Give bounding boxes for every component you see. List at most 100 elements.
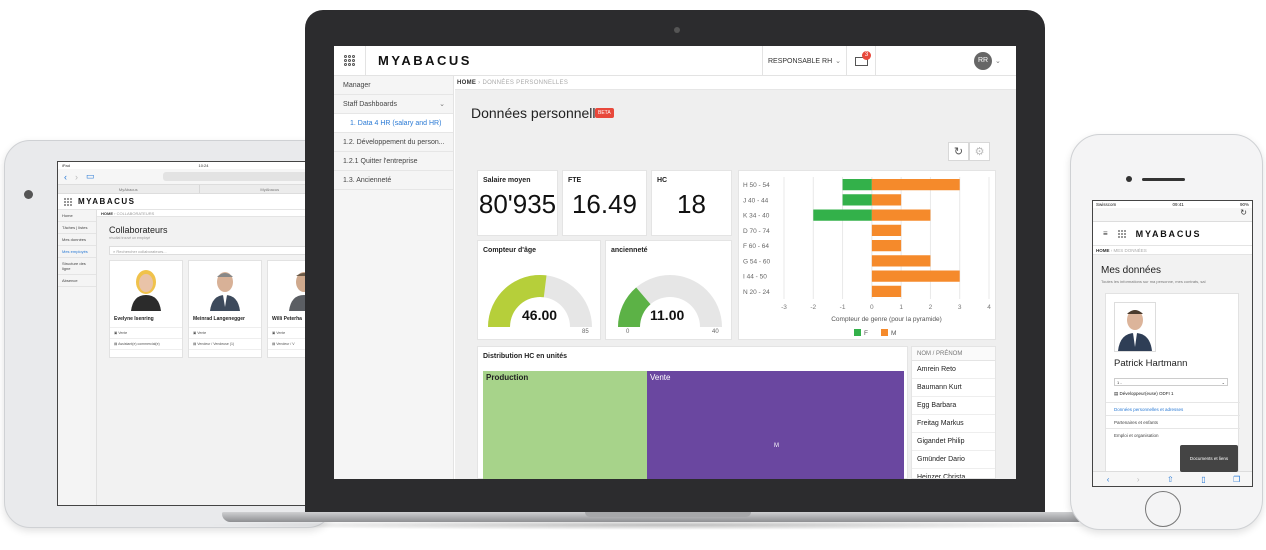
phone-battery: 90% [1239,202,1249,207]
app-grid-icon[interactable] [64,197,72,206]
tablet-search-input[interactable]: ⌕ Rechercher collaborateurs... [109,246,319,255]
kpi-value: 80'935 [478,189,557,219]
tablet-sidebar-item[interactable]: Absence [58,275,96,287]
employee-photo [189,261,261,311]
list-item[interactable]: Heinzer Christa [912,469,995,478]
forward-icon[interactable]: › [75,172,78,182]
settings-button[interactable]: ⚙ [969,142,990,161]
employee-list-header[interactable]: NOM / PRÉNOM [912,347,995,361]
documents-toast[interactable]: Documents et liens [1180,445,1238,472]
role-dropdown[interactable]: RESPONSABLE RH ⌄ [762,46,846,76]
gauge-value: 46.00 [522,307,558,323]
link-personal-data[interactable]: Données personnelles et adresses [1106,402,1240,415]
browser-tab[interactable]: MyAbacus [58,185,200,193]
avatar: RR [974,52,992,70]
kpi-value: 18 [677,189,706,219]
pyramid-chart: -3 -2 -1 0 1 2 3 4 H 50 - 54 J 40 - 44 K 34 - 40 D … [743,177,991,337]
employee-card[interactable]: Evelyne Isenring ▣ Vente ▤ Assistant(e) … [109,260,183,358]
phone-status-bar: Swisscom 09:41 90% [1093,201,1252,208]
tablet-sidebar: Home Tâches | listes Mes données Mes emp… [58,210,97,505]
gauge-card-seniority: ancienneté 11.00 0 40 [605,240,732,340]
tablet-sidebar-item[interactable]: Structure des ligne [58,258,96,275]
bar-M [871,255,931,267]
sidebar: Manager Staff Dashboards ⌄ 1. Data 4 HR (… [334,76,454,479]
bookmarks-icon[interactable]: ▯ [1201,475,1205,484]
x-tick-label: -1 [840,304,846,311]
breadcrumb-home[interactable]: HOME [457,80,476,86]
profile-photo [1114,302,1156,352]
list-item[interactable]: Egg Barbara [912,397,995,415]
search-placeholder: Rechercher collaborateurs... [116,249,167,254]
settings-icon: ⚙ [974,146,985,158]
list-item[interactable]: Baumann Kurt [912,379,995,397]
link-employment[interactable]: Emploi et organisation [1106,428,1240,441]
kpi-label: Salaire moyen [483,177,531,184]
hamburger-icon[interactable]: ≡ [1103,229,1108,238]
sidebar-item-quit[interactable]: 1.2.1 Quitter l'entreprise [334,152,453,171]
sidebar-item-staff-dashboards[interactable]: Staff Dashboards ⌄ [334,95,453,114]
user-menu[interactable]: RR ⌄ [974,52,1001,70]
tablet-url-field[interactable] [162,172,313,181]
bookmarks-icon[interactable]: ▭ [86,171,95,182]
x-tick-label: 2 [929,304,933,311]
employee-card[interactable]: Meinrad Langenegger ▣ Vente ▤ Vendeur / … [188,260,262,358]
list-item[interactable]: Freitag Markus [912,415,995,433]
sidebar-item-manager[interactable]: Manager [334,76,453,95]
phone-screen: Swisscom 09:41 90% ↻ ≡ MYABACUS HOME › M… [1092,200,1253,487]
laptop-screen: MYABACUS RESPONSABLE RH ⌄ 3 RR ⌄ Manager … [334,46,1016,479]
phone-url-bar[interactable]: ↻ [1093,208,1252,222]
phone-home-button[interactable] [1145,491,1181,527]
messages-button[interactable]: 3 [846,46,876,76]
app-grid-icon[interactable] [344,46,366,76]
device-mockup-scene: iPad 10:24 ‹ › ▭ MyAbacus MyAbacus MYABA… [0,0,1266,550]
x-tick-label: -2 [810,304,816,311]
app-logo[interactable]: MYABACUS [378,53,472,68]
tabs-icon[interactable]: ❐ [1233,475,1240,484]
tablet-logo: MYABACUS [78,197,136,206]
role-label: RESPONSABLE RH [767,57,833,65]
reload-icon[interactable]: ↻ [1240,208,1247,217]
app-grid-icon[interactable] [1117,229,1126,238]
treemap-block-production[interactable] [483,371,647,479]
back-icon[interactable]: ‹ [64,172,67,182]
treemap-block-vente[interactable] [647,371,904,479]
contract-select[interactable]: 1 - ⌄ [1114,378,1228,386]
bar-M [871,194,902,206]
breadcrumb-current: MES DONNÉES [1113,248,1147,253]
kpi-value: 16.49 [571,189,638,219]
phone-page-title: Mes données [1101,265,1162,276]
breadcrumb-home[interactable]: HOME [101,211,113,216]
breadcrumb-home[interactable]: HOME [1096,248,1110,253]
dashboard-content: Données personnelles BETA ↻ ⚙ Salaire mo… [455,90,1016,479]
y-tick-label: D 70 - 74 [743,228,770,235]
phone-browser-toolbar: ‹ › ⇧ ▯ ❐ [1093,471,1252,486]
refresh-button[interactable]: ↻ [948,142,969,161]
tablet-sidebar-item[interactable]: Mes employés [58,246,96,258]
list-item[interactable]: Gmünder Dario [912,451,995,469]
bar-M [871,270,960,282]
tablet-sidebar-item[interactable]: Home [58,210,96,222]
y-tick-label: G 54 - 60 [743,258,770,265]
treemap-label: Production [486,373,529,382]
bar-F [842,179,872,191]
tablet-sidebar-item[interactable]: Mes données [58,234,96,246]
sidebar-item-data4hr[interactable]: 1. Data 4 HR (salary and HR) [334,114,453,133]
gauge-card-age: Compteur d'âge 46.00 85 [477,240,601,340]
link-partners[interactable]: Partenaires et enfants [1106,415,1240,428]
tablet-sidebar-item[interactable]: Tâches | listes [58,222,96,234]
y-tick-label: F 60 - 64 [743,243,769,250]
tablet-app-header: MYABACUS [58,194,341,210]
share-icon[interactable]: ⇧ [1167,475,1174,484]
list-item[interactable]: Amrein Reto [912,361,995,379]
sidebar-item-development[interactable]: 1.2. Développement du person... [334,133,453,152]
logo-prefix: MY [378,53,402,68]
breadcrumb-current: DONNÉES PERSONNELLES [482,80,569,86]
legend-swatch [881,329,888,336]
forward-icon[interactable]: › [1137,475,1140,484]
breadcrumb-current: COLLABORATEURS [116,211,155,216]
list-item[interactable]: Gigandet Philip [912,433,995,451]
chevron-down-icon: ⌄ [995,58,1001,65]
phone-carrier: Swisscom [1096,202,1117,207]
sidebar-item-seniority[interactable]: 1.3. Ancienneté [334,171,453,190]
back-icon[interactable]: ‹ [1107,475,1110,484]
